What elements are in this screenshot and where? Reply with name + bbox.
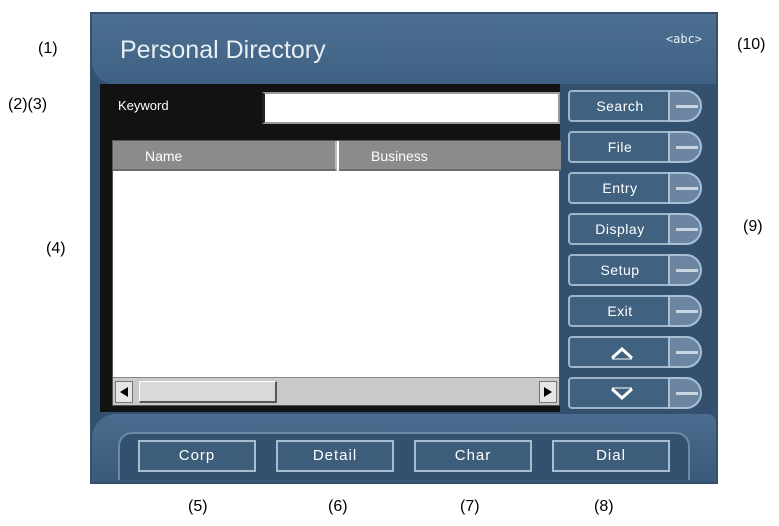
callout-4: (4) <box>46 240 66 257</box>
title-bar: Personal Directory <abc> <box>92 14 716 84</box>
callout-2-3: (2)(3) <box>8 96 48 113</box>
entry-button-label: Entry <box>568 172 672 204</box>
callout-8: (8) <box>594 498 614 515</box>
scroll-up-face <box>568 336 672 368</box>
column-header-name[interactable]: Name <box>113 141 337 171</box>
entry-button[interactable]: Entry <box>568 172 702 204</box>
char-button[interactable]: Char <box>414 440 532 472</box>
scroll-thumb[interactable] <box>139 381 277 403</box>
directory-list[interactable]: Name Business <box>112 140 561 406</box>
page-title: Personal Directory <box>120 36 326 64</box>
callout-1: (1) <box>38 40 58 57</box>
callout-5: (5) <box>188 498 208 515</box>
horizontal-scrollbar[interactable] <box>113 377 559 405</box>
phone-screen: Personal Directory <abc> Keyword Name Bu… <box>90 12 718 484</box>
callout-6: (6) <box>328 498 348 515</box>
chevron-down-icon <box>610 387 634 401</box>
callout-9: (9) <box>743 218 763 235</box>
button-tab <box>668 172 702 204</box>
input-mode-indicator: <abc> <box>665 32 702 46</box>
dial-button[interactable]: Dial <box>552 440 670 472</box>
search-button-label: Search <box>568 90 672 122</box>
button-tab <box>668 90 702 122</box>
exit-button-label: Exit <box>568 295 672 327</box>
button-tab <box>668 295 702 327</box>
scroll-right-button[interactable] <box>539 381 557 403</box>
callout-7: (7) <box>460 498 480 515</box>
search-button[interactable]: Search <box>568 90 702 122</box>
button-tab <box>668 336 702 368</box>
button-tab <box>668 213 702 245</box>
display-button-label: Display <box>568 213 672 245</box>
scroll-left-button[interactable] <box>115 381 133 403</box>
scroll-down-button[interactable] <box>568 377 702 409</box>
detail-button[interactable]: Detail <box>276 440 394 472</box>
file-button-label: File <box>568 131 672 163</box>
triangle-left-icon <box>120 387 128 397</box>
setup-button[interactable]: Setup <box>568 254 702 286</box>
callout-10: (10) <box>737 36 766 53</box>
file-button[interactable]: File <box>568 131 702 163</box>
keyword-label: Keyword <box>118 98 169 113</box>
setup-button-label: Setup <box>568 254 672 286</box>
keyword-input[interactable] <box>262 92 560 124</box>
display-button[interactable]: Display <box>568 213 702 245</box>
scroll-down-face <box>568 377 672 409</box>
corp-button[interactable]: Corp <box>138 440 256 472</box>
chevron-up-icon <box>610 346 634 360</box>
triangle-right-icon <box>544 387 552 397</box>
button-tab <box>668 377 702 409</box>
exit-button[interactable]: Exit <box>568 295 702 327</box>
column-header-business[interactable]: Business <box>339 141 561 171</box>
scroll-up-button[interactable] <box>568 336 702 368</box>
button-tab <box>668 254 702 286</box>
button-tab <box>668 131 702 163</box>
